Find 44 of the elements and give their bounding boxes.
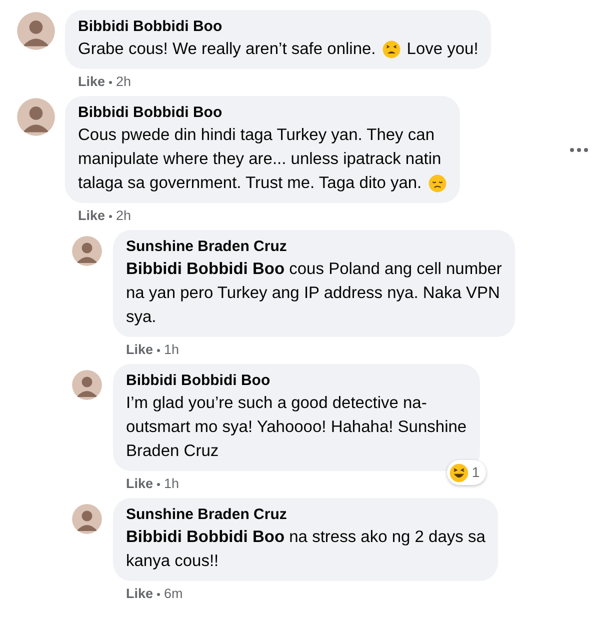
- separator-dot-icon: [109, 80, 112, 84]
- timestamp-link[interactable]: 6m: [164, 585, 183, 603]
- laughing-face-icon: [448, 462, 469, 482]
- comment-text: talaga sa government. Trust me. Taga dito yan.: [78, 173, 422, 194]
- comment-text: kanya cous!!: [126, 551, 219, 572]
- like-link[interactable]: Like: [126, 341, 154, 359]
- author-name[interactable]: Bibbidi Bobbidi Boo: [126, 371, 467, 391]
- author-name[interactable]: Bibbidi Bobbidi Boo: [78, 17, 478, 37]
- comment-text: Grabe cous! We really aren’t safe online.: [78, 39, 376, 60]
- avatar[interactable]: [17, 12, 55, 50]
- separator-dot-icon: [157, 592, 160, 596]
- like-link[interactable]: Like: [78, 73, 106, 91]
- author-name[interactable]: Sunshine Braden Cruz: [126, 237, 502, 257]
- avatar[interactable]: [72, 504, 102, 534]
- avatar[interactable]: [72, 236, 102, 266]
- timestamp-link[interactable]: 1h: [164, 475, 180, 493]
- author-name[interactable]: Bibbidi Bobbidi Boo: [78, 103, 447, 123]
- comment-text: Bibbidi Bobbidi Boo cous Poland ang cell number: [126, 259, 502, 280]
- comment-text: Cous pwede din hindi taga Turkey yan. They can: [78, 125, 434, 146]
- comment-text: Bibbidi Bobbidi Boo na stress ako ng 2 days sa: [126, 527, 486, 548]
- comment-text: Braden Cruz: [126, 441, 219, 462]
- avatar[interactable]: [17, 98, 55, 136]
- reaction-badge[interactable]: 1: [446, 460, 486, 485]
- separator-dot-icon: [157, 348, 160, 352]
- tired-face-icon: [382, 40, 401, 58]
- separator-dot-icon: [157, 482, 160, 486]
- like-link[interactable]: Like: [126, 475, 154, 493]
- comment-text: na yan pero Turkey ang IP address nya. Naka VPN: [126, 283, 500, 304]
- like-link[interactable]: Like: [126, 585, 154, 603]
- timestamp-link[interactable]: 1h: [164, 341, 180, 359]
- author-name[interactable]: Sunshine Braden Cruz: [126, 505, 486, 525]
- comment-text: manipulate where they are... unless ipatrack natin: [78, 149, 442, 170]
- comment-text: Love you!: [406, 39, 478, 60]
- comment-text: sya.: [126, 307, 156, 328]
- separator-dot-icon: [109, 214, 112, 218]
- avatar[interactable]: [72, 370, 102, 400]
- timestamp-link[interactable]: 2h: [116, 207, 132, 225]
- sad-face-icon: [428, 174, 447, 192]
- timestamp-link[interactable]: 2h: [116, 73, 132, 91]
- reaction-count: 1: [472, 463, 480, 482]
- more-options-icon[interactable]: [570, 148, 588, 152]
- like-link[interactable]: Like: [78, 207, 106, 225]
- comment-text: outsmart mo sya! Yahoooo! Hahaha! Sunshine: [126, 417, 467, 438]
- comment-text: I’m glad you’re such a good detective na-: [126, 393, 427, 414]
